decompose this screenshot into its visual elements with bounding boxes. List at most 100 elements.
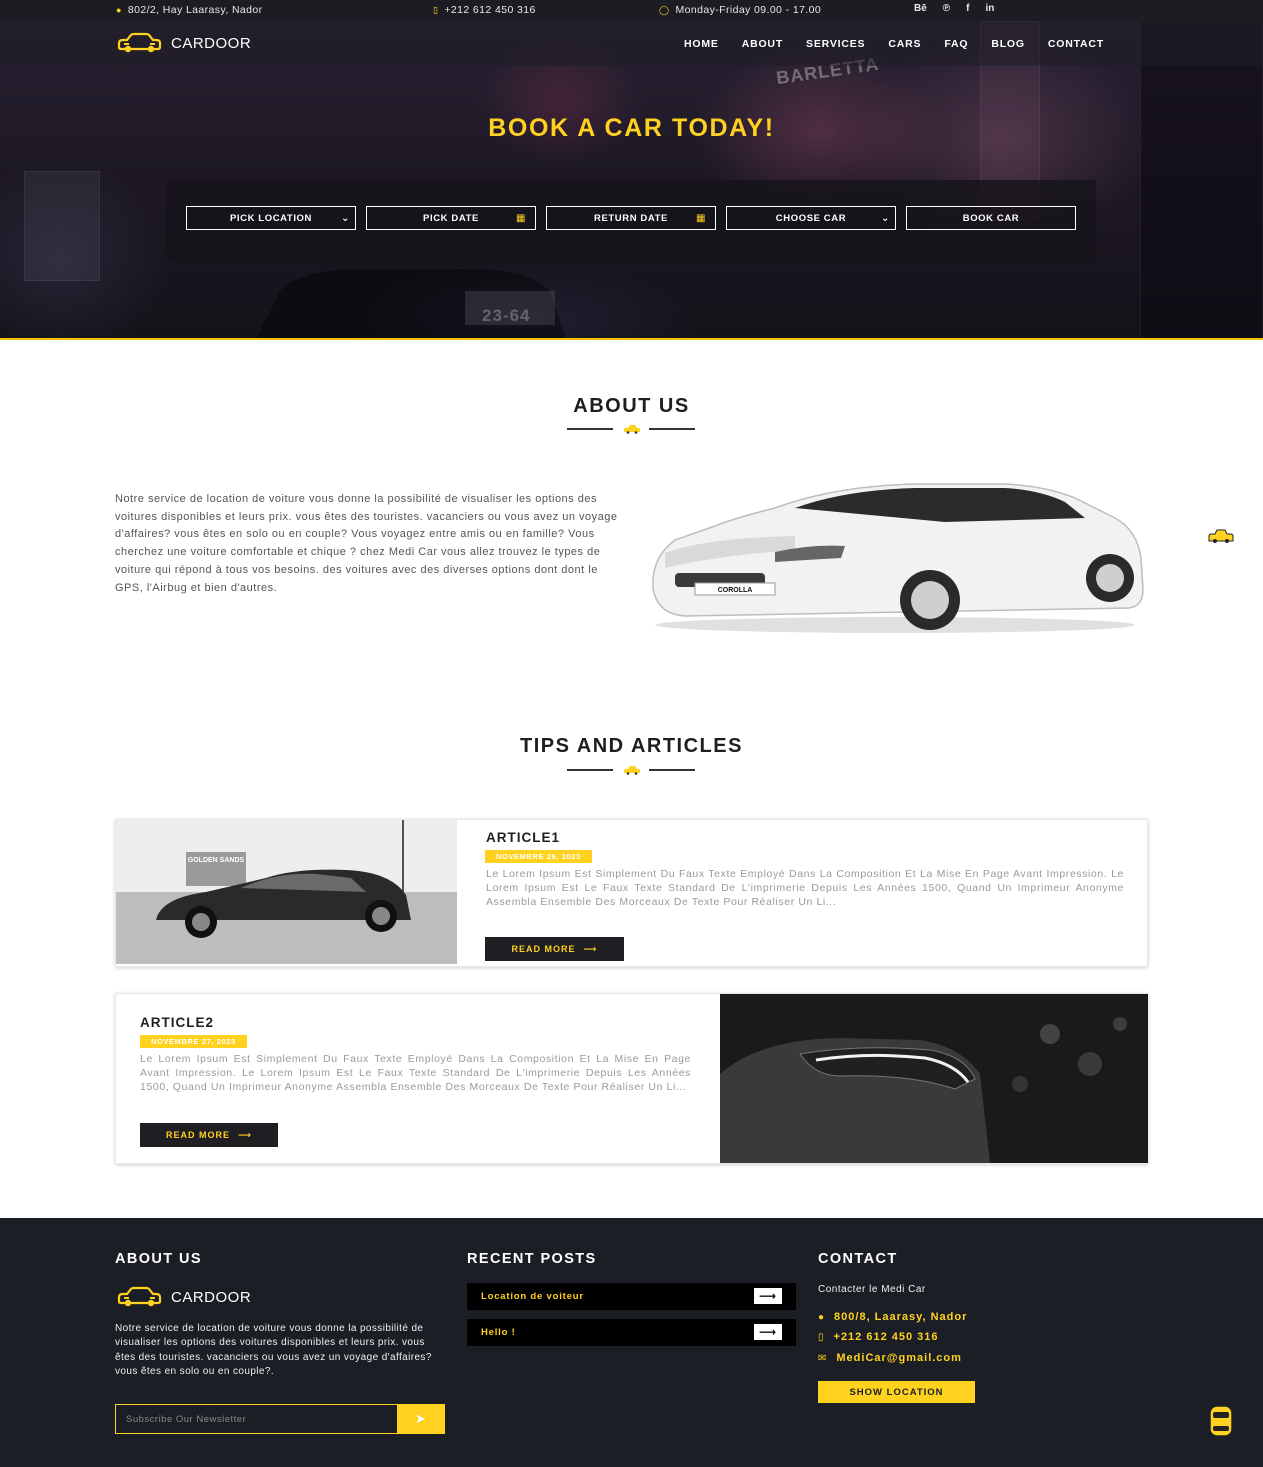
photo-sign-text: GOLDEN SANDS	[188, 857, 245, 864]
arrow-right-icon[interactable]: ⟶	[754, 1288, 782, 1304]
about-title: ABOUT US	[573, 395, 690, 417]
articles-title: TIPS AND ARTICLES	[520, 735, 743, 757]
booking-form: PICK LOCATION ⌄ PICK DATE ▦ RETURN DATE …	[166, 180, 1096, 259]
nav-item-blog[interactable]: BLOG	[991, 38, 1025, 50]
arrow-right-icon: ⟶	[238, 1129, 252, 1140]
about-description: Notre service de location de voiture vou…	[115, 493, 618, 594]
article2-title[interactable]: ARTICLE2	[140, 1015, 214, 1030]
contact-address: ● 800/8, Laarasy, Nador	[818, 1311, 967, 1323]
choose-car-label: CHOOSE CAR	[775, 212, 847, 224]
article2-excerpt: Le Lorem Ipsum Est Simplement Du Faux Te…	[140, 1053, 691, 1093]
show-location-button[interactable]: SHOW LOCATION	[818, 1381, 975, 1403]
map-pin-icon: ●	[116, 5, 122, 15]
article1-bmw-image[interactable]: GOLDEN SANDS	[116, 820, 457, 964]
recent-post-item[interactable]: Hello ! ⟶	[467, 1319, 796, 1346]
car-logo-icon	[117, 1286, 162, 1307]
top-info-bar: ● 802/2, Hay Laarasy, Nador ▯ +212 612 4…	[0, 0, 1263, 21]
footer-brand-logo[interactable]: CARDOOR	[116, 1286, 251, 1308]
recent-post-title: Hello !	[481, 1327, 516, 1338]
recent-post-title: Location de voiteur	[481, 1291, 584, 1302]
chevron-down-icon: ⌄	[341, 212, 350, 224]
phone-icon: ▯	[818, 1331, 825, 1343]
article1-title[interactable]: ARTICLE1	[486, 830, 560, 845]
read-more-label: READ MORE	[166, 1130, 231, 1140]
article-card-1: GOLDEN SANDS ARTICLE1 NOVEMBRE 26, 2023 …	[115, 819, 1148, 967]
pick-date-input[interactable]: PICK DATE ▦	[366, 206, 536, 230]
newsletter-email-input[interactable]	[116, 1405, 398, 1433]
newsletter-submit-button[interactable]: ➤	[397, 1405, 444, 1433]
recent-post-item[interactable]: Location de voiteur ⟶	[467, 1283, 796, 1310]
brand-name: CARDOOR	[171, 34, 252, 52]
nav-menu: HOME ABOUT SERVICES CARS FAQ BLOG CONTAC…	[684, 38, 1104, 50]
nav-item-home[interactable]: HOME	[684, 38, 719, 50]
articles-divider	[567, 765, 697, 775]
nav-item-cars[interactable]: CARS	[888, 38, 921, 50]
pick-date-label: PICK DATE	[423, 212, 479, 224]
map-pin-icon: ●	[818, 1311, 826, 1323]
newsletter-form: ➤	[115, 1404, 445, 1434]
envelope-icon: ✉	[818, 1352, 828, 1364]
book-car-label: BOOK CAR	[962, 212, 1020, 224]
car-plate-text: COROLLA	[718, 587, 753, 594]
brand-logo[interactable]: CARDOOR	[116, 32, 251, 54]
topbar-address: ● 802/2, Hay Laarasy, Nador	[116, 4, 263, 16]
phone-icon: ▯	[433, 4, 439, 15]
read-more-label: READ MORE	[511, 944, 576, 954]
article2-headlight-image[interactable]	[720, 994, 1148, 1163]
facebook-icon[interactable]: f	[966, 3, 969, 14]
calendar-icon: ▦	[515, 212, 526, 224]
article1-read-more-button[interactable]: READ MORE ⟶	[485, 937, 624, 961]
hero-title: BOOK A CAR TODAY!	[488, 114, 775, 142]
car-logo-icon	[117, 32, 162, 53]
car-divider-icon	[624, 425, 640, 434]
article2-read-more-button[interactable]: READ MORE ⟶	[140, 1123, 278, 1147]
article-card-2: ARTICLE2 NOVEMBRE 27, 2023 Le Lorem Ipsu…	[115, 993, 1148, 1164]
article1-date-badge: NOVEMBRE 26, 2023	[485, 850, 592, 863]
hero-section: BARLETTA 23-64 CARDOOR HOME ABOUT SERVIC…	[0, 21, 1263, 340]
contact-email-text: MediCar@gmail.com	[836, 1352, 962, 1364]
contact-intro: Contacter le Medi Car	[818, 1284, 926, 1295]
about-divider	[567, 424, 697, 434]
choose-car-select[interactable]: CHOOSE CAR ⌄	[726, 206, 896, 230]
contact-phone-text: +212 612 450 316	[833, 1331, 939, 1343]
main-navbar: CARDOOR HOME ABOUT SERVICES CARS FAQ BLO…	[0, 21, 1263, 66]
contact-email[interactable]: ✉ MediCar@gmail.com	[818, 1352, 962, 1364]
social-links: Bē ℗ f in	[914, 3, 994, 14]
topbar-hours: ◯ Monday-Friday 09.00 - 17.00	[659, 4, 821, 16]
clock-icon: ◯	[659, 4, 670, 15]
taxi-top-icon[interactable]	[1207, 1404, 1235, 1438]
footer-contact-title: CONTACT	[818, 1251, 898, 1267]
nav-item-services[interactable]: SERVICES	[806, 38, 865, 50]
paper-plane-icon: ➤	[415, 1411, 426, 1426]
nav-item-about[interactable]: ABOUT	[742, 38, 783, 50]
contact-address-text: 800/8, Laarasy, Nador	[834, 1311, 968, 1323]
car-divider-icon	[624, 766, 640, 775]
pick-location-select[interactable]: PICK LOCATION ⌄	[186, 206, 356, 230]
footer-about-text: Notre service de location de voiture vou…	[115, 1323, 432, 1378]
arrow-right-icon[interactable]: ⟶	[754, 1324, 782, 1340]
footer-about-title: ABOUT US	[115, 1251, 202, 1267]
topbar-phone[interactable]: ▯ +212 612 450 316	[433, 4, 536, 16]
contact-phone[interactable]: ▯ +212 612 450 316	[818, 1331, 939, 1343]
address-text: 802/2, Hay Laarasy, Nador	[127, 4, 263, 16]
chevron-down-icon: ⌄	[881, 212, 890, 224]
footer-posts-title: RECENT POSTS	[467, 1251, 597, 1267]
behance-icon[interactable]: Bē	[914, 3, 927, 14]
nav-item-contact[interactable]: CONTACT	[1048, 38, 1104, 50]
article2-date-badge: NOVEMBRE 27, 2023	[140, 1035, 247, 1048]
pinterest-icon[interactable]: ℗	[943, 3, 950, 14]
calendar-icon: ▦	[695, 212, 706, 224]
corolla-car-image: COROLLA	[652, 483, 1144, 633]
arrow-right-icon: ⟶	[583, 943, 598, 954]
article1-excerpt: Le Lorem Ipsum Est Simplement Du Faux Te…	[486, 868, 1124, 908]
return-date-input[interactable]: RETURN DATE ▦	[546, 206, 716, 230]
taxi-side-icon[interactable]	[1208, 529, 1234, 543]
phone-text: +212 612 450 316	[444, 4, 536, 16]
linkedin-icon[interactable]: in	[986, 3, 995, 14]
site-footer: ABOUT US CARDOOR Notre service de locati…	[0, 1218, 1263, 1467]
book-car-button[interactable]: BOOK CAR	[906, 206, 1076, 230]
nav-item-faq[interactable]: FAQ	[944, 38, 968, 50]
return-date-label: RETURN DATE	[594, 212, 668, 224]
pick-location-label: PICK LOCATION	[229, 212, 313, 224]
hours-text: Monday-Friday 09.00 - 17.00	[675, 4, 822, 16]
